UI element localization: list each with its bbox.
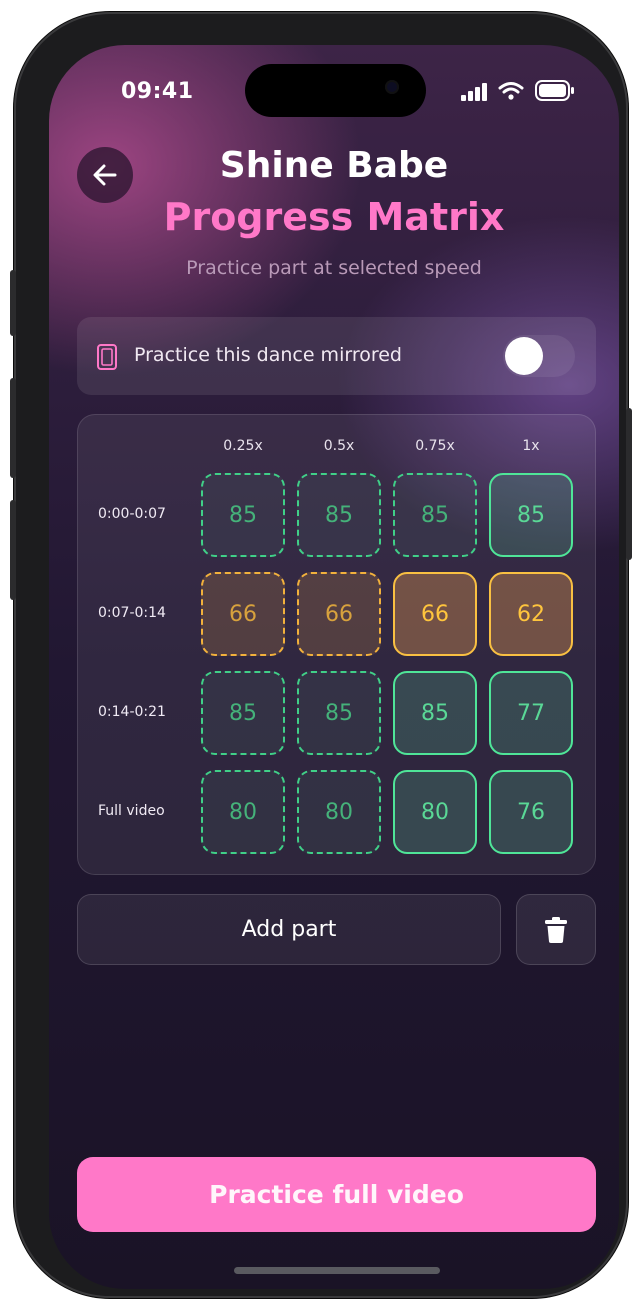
song-title: Shine Babe: [219, 145, 449, 186]
delete-part-button[interactable]: [516, 894, 596, 965]
speed-header-0.25x: 0.25x: [223, 438, 263, 454]
camera-icon: [385, 80, 399, 94]
score-cell[interactable]: 80: [297, 770, 381, 854]
score-cell[interactable]: 85: [297, 473, 381, 557]
mirror-label: Practice this dance mirrored: [134, 344, 402, 366]
score-cell[interactable]: 66: [393, 572, 477, 656]
power-button: [626, 408, 632, 560]
mirror-icon: [97, 344, 117, 370]
score-cell[interactable]: 62: [489, 572, 573, 656]
status-time: 09:41: [121, 79, 194, 104]
page-title: Progress Matrix: [163, 195, 505, 239]
score-cell[interactable]: 85: [393, 671, 477, 755]
score-cell[interactable]: 85: [297, 671, 381, 755]
volume-down-button: [10, 500, 16, 600]
mirror-toggle-knob[interactable]: [505, 337, 543, 375]
score-cell[interactable]: 80: [201, 770, 285, 854]
practice-full-video-button[interactable]: Practice full video: [77, 1157, 596, 1232]
wifi-icon: [498, 82, 524, 100]
score-cell[interactable]: 76: [489, 770, 573, 854]
home-indicator: [234, 1267, 440, 1274]
score-cell[interactable]: 85: [201, 671, 285, 755]
page-description: Practice part at selected speed: [186, 257, 482, 279]
score-cell[interactable]: 85: [489, 473, 573, 557]
part-label-row-1: 0:00-0:07: [98, 506, 166, 522]
score-cell[interactable]: 66: [201, 572, 285, 656]
volume-up-button: [10, 378, 16, 478]
app-screen: 09:41 Shine Babe Progress Matrix Practic…: [49, 45, 619, 1289]
signal-icon: [461, 83, 487, 101]
score-cell[interactable]: 66: [297, 572, 381, 656]
score-cell[interactable]: 85: [393, 473, 477, 557]
phone-frame: 09:41 Shine Babe Progress Matrix Practic…: [10, 12, 632, 1298]
part-label-row-4: Full video: [98, 803, 165, 819]
part-label-row-2: 0:07-0:14: [98, 605, 166, 621]
add-part-button[interactable]: Add part: [77, 894, 501, 965]
battery-icon: [535, 80, 574, 101]
dynamic-island: [245, 64, 426, 117]
score-cell[interactable]: 80: [393, 770, 477, 854]
score-cell[interactable]: 77: [489, 671, 573, 755]
trash-icon: [545, 916, 567, 943]
action-button: [10, 270, 16, 336]
score-cell[interactable]: 85: [201, 473, 285, 557]
speed-header-1x: 1x: [522, 438, 540, 454]
part-label-row-3: 0:14-0:21: [98, 704, 166, 720]
speed-header-0.5x: 0.5x: [323, 438, 355, 454]
speed-header-0.75x: 0.75x: [415, 438, 455, 454]
